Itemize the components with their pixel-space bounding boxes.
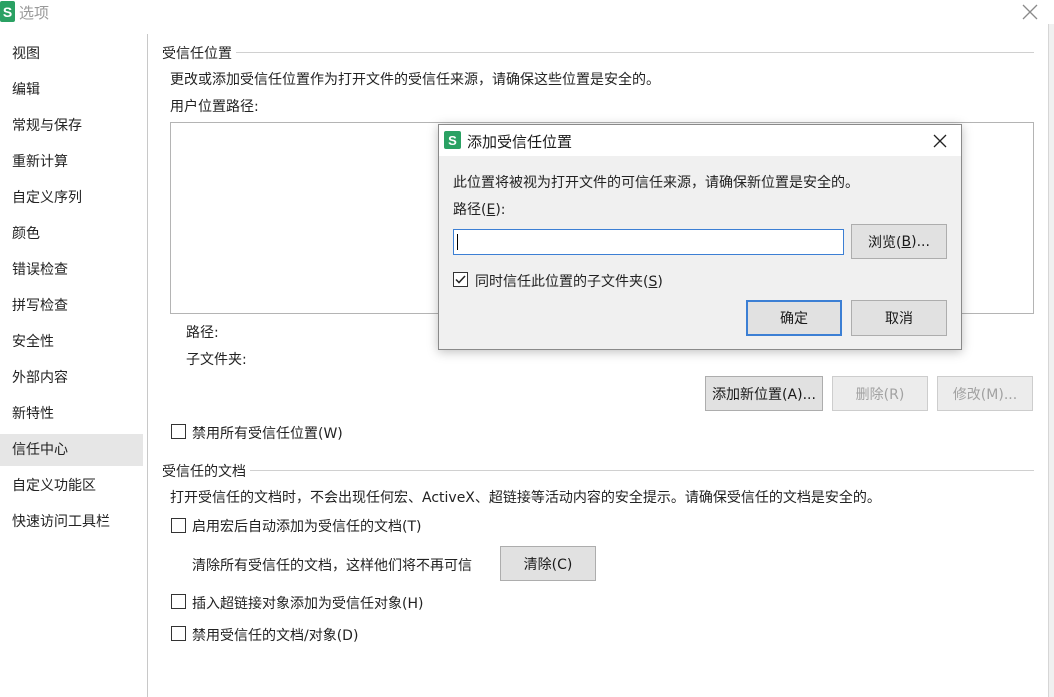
trusted-locations-header: 受信任位置 bbox=[162, 43, 236, 63]
disable-trusted-docs-label: 禁用受信任的文档/对象(D) bbox=[192, 628, 359, 644]
options-sidebar: 视图 编辑 常规与保存 重新计算 自定义序列 颜色 错误检查 拼写检查 安全性 … bbox=[0, 34, 148, 697]
sidebar-item-custom-lists[interactable]: 自定义序列 bbox=[0, 182, 143, 214]
sidebar-item-edit[interactable]: 编辑 bbox=[0, 74, 143, 106]
dialog-title: 添加受信任位置 bbox=[467, 133, 573, 151]
sidebar-item-quick-access-toolbar[interactable]: 快速访问工具栏 bbox=[0, 506, 143, 538]
disable-all-locations-checkbox[interactable] bbox=[171, 424, 186, 439]
dialog-path-input[interactable] bbox=[453, 229, 844, 255]
window-right-edge bbox=[1048, 24, 1054, 697]
trusted-locations-description: 更改或添加受信任位置作为打开文件的受信任来源，请确保这些位置是安全的。 bbox=[170, 72, 660, 88]
sidebar-item-spell-check[interactable]: 拼写检查 bbox=[0, 290, 143, 322]
enable-macro-trusted-checkbox[interactable] bbox=[171, 518, 186, 533]
checkmark-icon bbox=[455, 275, 466, 284]
disable-all-locations-label: 禁用所有受信任位置(W) bbox=[192, 426, 343, 442]
sidebar-item-new-features[interactable]: 新特性 bbox=[0, 398, 143, 430]
trust-subfolders-label: 同时信任此位置的子文件夹(S) bbox=[475, 274, 663, 290]
modify-location-button[interactable]: 修改(M)... bbox=[937, 376, 1033, 411]
user-paths-label: 用户位置路径: bbox=[170, 99, 259, 115]
dialog-close-icon[interactable] bbox=[929, 130, 951, 152]
dialog-titlebar: S 添加受信任位置 bbox=[439, 125, 961, 156]
divider bbox=[162, 52, 1034, 53]
dialog-message: 此位置将被视为打开文件的可信任来源，请确保新位置是安全的。 bbox=[453, 175, 859, 191]
hyperlink-trusted-label: 插入超链接对象添加为受信任对象(H) bbox=[192, 596, 424, 612]
add-trusted-location-dialog: S 添加受信任位置 此位置将被视为打开文件的可信任来源，请确保新位置是安全的。 … bbox=[438, 124, 962, 350]
trusted-docs-header: 受信任的文档 bbox=[162, 461, 250, 481]
sidebar-item-colors[interactable]: 颜色 bbox=[0, 218, 143, 250]
sidebar-item-external-content[interactable]: 外部内容 bbox=[0, 362, 143, 394]
disable-trusted-docs-checkbox[interactable] bbox=[171, 626, 186, 641]
sidebar-item-security[interactable]: 安全性 bbox=[0, 326, 143, 358]
delete-location-button[interactable]: 删除(R) bbox=[832, 376, 928, 411]
sidebar-item-error-check[interactable]: 错误检查 bbox=[0, 254, 143, 286]
trust-subfolders-checkbox[interactable] bbox=[453, 272, 468, 287]
window-title: 选项 bbox=[19, 4, 50, 22]
hyperlink-trusted-checkbox[interactable] bbox=[171, 594, 186, 609]
clear-trusted-docs-text: 清除所有受信任的文档，这样他们将不再可信 bbox=[192, 558, 472, 574]
window-titlebar: S 选项 bbox=[0, 0, 1054, 24]
divider bbox=[162, 470, 1034, 471]
selected-subfolder-label: 子文件夹: bbox=[186, 352, 247, 368]
dialog-path-label: 路径(E): bbox=[453, 202, 506, 218]
enable-macro-trusted-label: 启用宏后自动添加为受信任的文档(T) bbox=[192, 519, 422, 535]
sidebar-item-view[interactable]: 视图 bbox=[0, 38, 143, 70]
ok-button[interactable]: 确定 bbox=[746, 300, 842, 336]
sidebar-item-recalculate[interactable]: 重新计算 bbox=[0, 146, 143, 178]
sidebar-item-trust-center[interactable]: 信任中心 bbox=[0, 434, 143, 466]
cancel-button[interactable]: 取消 bbox=[851, 300, 947, 336]
dialog-app-logo-icon: S bbox=[444, 131, 461, 149]
browse-button[interactable]: 浏览(B)... bbox=[851, 224, 947, 259]
app-logo-icon: S bbox=[0, 1, 15, 22]
clear-button[interactable]: 清除(C) bbox=[500, 546, 596, 581]
add-new-location-button[interactable]: 添加新位置(A)... bbox=[705, 376, 823, 411]
sidebar-item-customize-ribbon[interactable]: 自定义功能区 bbox=[0, 470, 143, 502]
text-caret bbox=[457, 234, 458, 250]
selected-path-label: 路径: bbox=[186, 325, 219, 341]
trusted-docs-description: 打开受信任的文档时，不会出现任何宏、ActiveX、超链接等活动内容的安全提示。… bbox=[170, 490, 881, 506]
window-close-icon[interactable] bbox=[1018, 0, 1042, 24]
sidebar-item-general-save[interactable]: 常规与保存 bbox=[0, 110, 143, 142]
